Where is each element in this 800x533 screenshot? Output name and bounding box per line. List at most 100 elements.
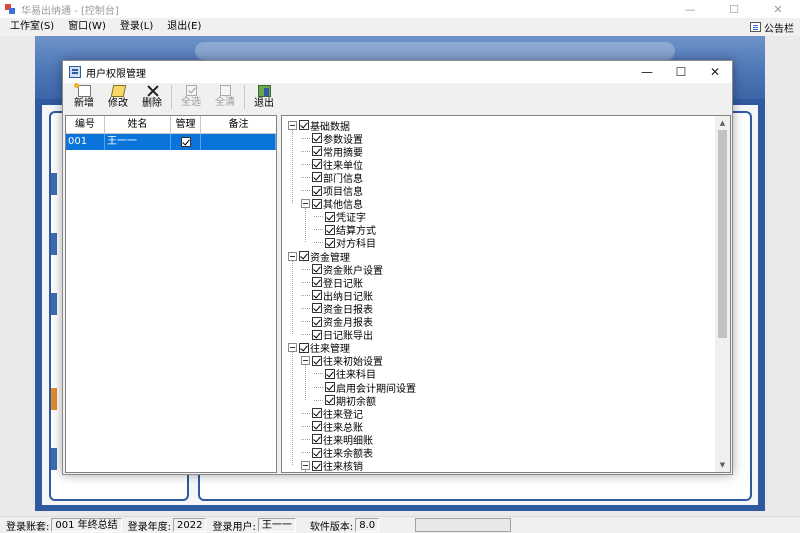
menu-login[interactable]: 登录(L) [113, 18, 160, 36]
permission-checkbox[interactable] [299, 120, 309, 130]
console-nav-icon[interactable] [51, 388, 57, 410]
tree-node[interactable]: 往来明细账 [301, 433, 373, 447]
edit-user-button[interactable]: 修改 [101, 85, 135, 111]
permission-checkbox[interactable] [312, 408, 322, 419]
main-close-button[interactable]: ✕ [756, 0, 800, 18]
permission-checkbox[interactable] [312, 303, 322, 314]
permission-checkbox[interactable] [299, 251, 309, 261]
permission-checkbox[interactable] [312, 329, 322, 340]
delete-user-button[interactable]: 删除 [135, 85, 169, 111]
permission-checkbox[interactable] [312, 198, 322, 209]
tree-node[interactable]: 往来余额表 [301, 446, 373, 460]
permission-checkbox[interactable] [312, 421, 322, 432]
tree-vertical-scrollbar[interactable]: ▲ ▼ [715, 116, 730, 472]
console-nav-icon[interactable] [51, 293, 57, 315]
cell-id: 001 [66, 134, 105, 150]
main-minimize-button[interactable]: — [668, 0, 712, 18]
column-header-note[interactable]: 备注 [201, 116, 276, 134]
permission-checkbox[interactable] [312, 146, 322, 157]
scroll-up-arrow-icon[interactable]: ▲ [715, 116, 730, 130]
tree-node[interactable]: 往来科目 [314, 367, 376, 381]
tree-node[interactable]: 资金账户设置 [301, 263, 383, 277]
column-header-admin[interactable]: 管理 [171, 116, 201, 134]
scroll-down-arrow-icon[interactable]: ▼ [715, 458, 730, 472]
permission-checkbox[interactable] [312, 159, 322, 170]
pencil-icon [110, 85, 126, 97]
exit-dialog-button[interactable]: 退出 [247, 85, 281, 111]
permission-checkbox[interactable] [312, 316, 322, 327]
collapse-toggle-icon[interactable] [301, 356, 310, 366]
tree-node[interactable]: 部门信息 [301, 171, 363, 185]
menu-exit[interactable]: 退出(E) [160, 18, 208, 36]
tree-node[interactable]: 出纳日记账 [301, 289, 373, 303]
tree-node[interactable]: 启用会计期间设置 [314, 381, 416, 395]
clear-all-button[interactable]: 全清 [208, 85, 242, 111]
dialog-close-button[interactable]: ✕ [698, 61, 732, 83]
dialog-titlebar[interactable]: 用户权限管理 — ☐ ✕ [63, 61, 732, 83]
console-nav-icon[interactable] [51, 233, 57, 255]
permission-checkbox[interactable] [312, 434, 322, 445]
permission-checkbox[interactable] [312, 172, 322, 183]
console-nav-icon[interactable] [51, 448, 57, 470]
tree-node[interactable]: 资金月报表 [301, 315, 373, 329]
collapse-toggle-icon[interactable] [288, 251, 297, 261]
table-row[interactable]: 001 王一一 [66, 134, 276, 150]
tree-node[interactable]: 资金管理 [288, 250, 350, 264]
tree-node[interactable]: 对方科目 [314, 236, 376, 250]
permission-checkbox[interactable] [325, 368, 335, 379]
tree-node[interactable]: 资金日报表 [301, 302, 373, 316]
permission-checkbox[interactable] [312, 133, 322, 144]
tree-node[interactable]: 结算方式 [314, 223, 376, 237]
new-user-button[interactable]: 新增 [67, 83, 101, 111]
console-nav-icon[interactable] [51, 173, 57, 195]
tree-node[interactable]: 登日记账 [301, 276, 363, 290]
tree-node[interactable]: 其他信息 [301, 197, 363, 211]
select-all-button[interactable]: 全选 [174, 85, 208, 111]
collapse-toggle-icon[interactable] [301, 199, 310, 209]
tree-node[interactable]: 期初余额 [314, 394, 376, 408]
permission-checkbox[interactable] [325, 224, 335, 235]
tree-node[interactable]: 往来管理 [288, 341, 350, 355]
permission-checkbox[interactable] [312, 264, 322, 275]
permission-checkbox[interactable] [299, 342, 309, 353]
permission-checkbox[interactable] [312, 277, 322, 288]
menu-studio[interactable]: 工作室(S) [0, 18, 61, 36]
tree-node[interactable]: 往来单位 [301, 158, 363, 172]
permission-checkbox[interactable] [325, 237, 335, 248]
collapse-toggle-icon[interactable] [288, 343, 297, 353]
permission-checkbox[interactable] [312, 447, 322, 458]
tree-node[interactable]: 往来核销 [301, 459, 363, 472]
tree-node[interactable]: 往来初始设置 [301, 354, 383, 368]
permission-checkbox[interactable] [325, 395, 335, 406]
tree-node[interactable]: 常用摘要 [301, 145, 363, 159]
tree-node[interactable]: 参数设置 [301, 132, 363, 146]
tree-node[interactable]: 基础数据 [288, 119, 350, 133]
tree-node[interactable]: 日记账导出 [301, 328, 373, 342]
tree-node[interactable]: 往来登记 [301, 407, 363, 421]
tree-guide-line [305, 208, 306, 243]
user-grid[interactable]: 编号 姓名 管理 备注 001 王一一 [65, 115, 277, 473]
column-header-name[interactable]: 姓名 [105, 116, 171, 134]
tree-node[interactable]: 项目信息 [301, 184, 363, 198]
dialog-maximize-button[interactable]: ☐ [664, 61, 698, 83]
main-maximize-button[interactable]: ☐ [712, 0, 756, 18]
tree-node[interactable]: 往来总账 [301, 420, 363, 434]
permission-checkbox[interactable] [325, 382, 335, 392]
admin-checkbox[interactable] [180, 137, 191, 147]
collapse-toggle-icon[interactable] [301, 461, 310, 471]
permission-checkbox[interactable] [325, 211, 335, 222]
permission-checkbox[interactable] [312, 460, 322, 471]
menu-window[interactable]: 窗口(W) [61, 18, 113, 36]
scroll-thumb[interactable] [718, 130, 727, 338]
dialog-minimize-button[interactable]: — [630, 61, 664, 83]
column-header-id[interactable]: 编号 [66, 116, 105, 134]
permission-checkbox[interactable] [312, 290, 322, 301]
tree-connector [301, 163, 310, 165]
permission-tree[interactable]: 基础数据 参数设置 常用摘要 往来单位 部门信息 项目信息 其他信息 凭证字 结算方式 对方科目资… [281, 115, 731, 473]
notice-board-button[interactable]: 公告栏 [750, 18, 794, 36]
tree-node[interactable]: 凭证字 [314, 210, 366, 224]
permission-checkbox[interactable] [312, 185, 322, 196]
permission-checkbox[interactable] [312, 355, 322, 366]
collapse-toggle-icon[interactable] [288, 120, 297, 130]
cell-admin[interactable] [171, 134, 201, 150]
